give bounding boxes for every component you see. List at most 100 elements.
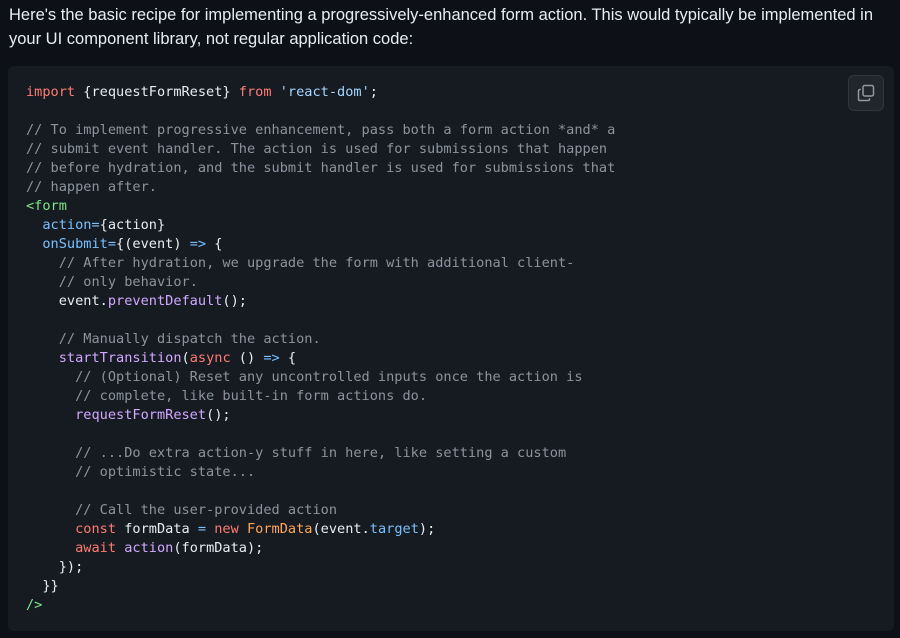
code-line: startTransition(async () => { bbox=[26, 349, 615, 368]
code-token: (); bbox=[206, 407, 231, 423]
code-token: (event. bbox=[312, 521, 370, 537]
copy-button[interactable] bbox=[848, 75, 884, 111]
code-line: // To implement progressive enhancement,… bbox=[26, 121, 615, 140]
code-content: import {requestFormReset} from 'react-do… bbox=[26, 83, 615, 615]
code-token: ; bbox=[369, 84, 378, 100]
code-token: formData bbox=[116, 521, 198, 537]
code-block: import {requestFormReset} from 'react-do… bbox=[8, 66, 894, 631]
code-token: () bbox=[230, 350, 264, 366]
code-token: FormData bbox=[247, 521, 313, 537]
code-line: // Manually dispatch the action. bbox=[26, 330, 615, 349]
code-token: {(event) bbox=[116, 236, 190, 252]
code-token: => bbox=[189, 236, 207, 252]
code-token: async bbox=[189, 350, 231, 366]
code-line: // optimistic state... bbox=[26, 463, 615, 482]
code-token: onSubmit bbox=[42, 236, 108, 252]
code-token: action bbox=[124, 540, 174, 556]
code-token: event. bbox=[26, 293, 108, 309]
code-token: target bbox=[369, 521, 419, 537]
code-token: const bbox=[75, 521, 117, 537]
code-token: // complete, like built-in form actions … bbox=[75, 388, 428, 404]
code-token: // To implement progressive enhancement,… bbox=[26, 122, 616, 138]
code-token: <form bbox=[26, 198, 67, 214]
code-token: = bbox=[197, 521, 207, 537]
code-token: from bbox=[238, 84, 272, 100]
code-token: import bbox=[26, 84, 76, 100]
code-token: { bbox=[206, 236, 223, 252]
code-line: // happen after. bbox=[26, 178, 615, 197]
code-token: // Manually dispatch the action. bbox=[58, 331, 321, 347]
code-token: (); bbox=[222, 293, 247, 309]
code-line: action={action} bbox=[26, 216, 615, 235]
code-token: }); bbox=[26, 559, 84, 575]
code-line: requestFormReset(); bbox=[26, 406, 615, 425]
code-token: { bbox=[279, 350, 297, 366]
code-line: }} bbox=[26, 577, 615, 596]
code-token: /> bbox=[26, 597, 43, 613]
code-token: startTransition bbox=[58, 350, 182, 366]
code-line: // (Optional) Reset any uncontrolled inp… bbox=[26, 368, 615, 387]
code-token: new bbox=[214, 521, 239, 537]
code-line: await action(formData); bbox=[26, 539, 615, 558]
copy-icon bbox=[857, 84, 875, 102]
code-token: // happen after. bbox=[26, 179, 157, 195]
code-token: = bbox=[91, 217, 100, 233]
code-token: // before hydration, and the submit hand… bbox=[26, 160, 616, 176]
code-token: action bbox=[42, 217, 92, 233]
code-token: await bbox=[75, 540, 117, 556]
code-line: const formData = new FormData(event.targ… bbox=[26, 520, 615, 539]
code-token: // optimistic state... bbox=[75, 464, 256, 480]
code-line: }); bbox=[26, 558, 615, 577]
code-line: // only behavior. bbox=[26, 273, 615, 292]
code-line: // complete, like built-in form actions … bbox=[26, 387, 615, 406]
code-token: 'react-dom' bbox=[279, 84, 370, 100]
code-line: onSubmit={(event) => { bbox=[26, 235, 615, 254]
code-line: <form bbox=[26, 197, 615, 216]
code-token: // ...Do extra action-y stuff in here, l… bbox=[75, 445, 567, 461]
code-token: {requestFormReset} bbox=[75, 84, 239, 100]
code-token: // (Optional) Reset any uncontrolled inp… bbox=[75, 369, 583, 385]
code-token: }} bbox=[26, 578, 59, 594]
code-token: // After hydration, we upgrade the form … bbox=[58, 255, 575, 271]
code-token: {action} bbox=[99, 217, 166, 233]
code-line: // After hydration, we upgrade the form … bbox=[26, 254, 615, 273]
code-line: // ...Do extra action-y stuff in here, l… bbox=[26, 444, 615, 463]
code-token: preventDefault bbox=[107, 293, 223, 309]
code-line: // before hydration, and the submit hand… bbox=[26, 159, 615, 178]
code-token: (formData); bbox=[173, 540, 264, 556]
code-token: ( bbox=[181, 350, 190, 366]
code-line: event.preventDefault(); bbox=[26, 292, 615, 311]
code-token: ); bbox=[418, 521, 436, 537]
code-line: /> bbox=[26, 596, 615, 615]
code-token: // only behavior. bbox=[58, 274, 198, 290]
intro-paragraph: Here's the basic recipe for implementing… bbox=[9, 6, 874, 48]
code-token: // Call the user-provided action bbox=[75, 502, 338, 518]
code-token: = bbox=[107, 236, 117, 252]
code-line: // submit event handler. The action is u… bbox=[26, 140, 615, 159]
code-token: requestFormReset bbox=[75, 407, 207, 423]
code-token: // submit event handler. The action is u… bbox=[26, 141, 608, 157]
code-token: => bbox=[263, 350, 280, 366]
code-line: // Call the user-provided action bbox=[26, 501, 615, 520]
